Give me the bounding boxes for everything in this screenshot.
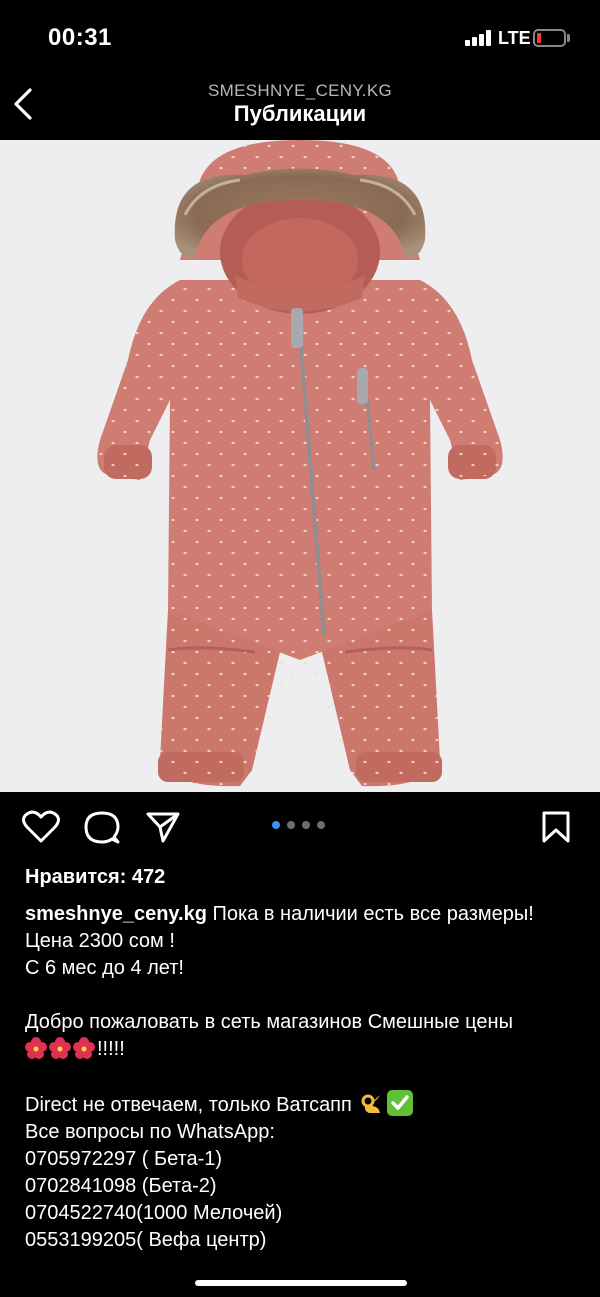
post-header: SMESHNYE_CENY.KG Публикации	[0, 72, 600, 140]
likes-count[interactable]: Нравится: 472	[25, 866, 165, 889]
bookmark-icon[interactable]	[541, 810, 571, 844]
carousel-dot	[302, 821, 310, 829]
contact-line: 0702841098 (Бета-2)	[25, 1175, 217, 1197]
hibiscus-icon	[49, 1037, 71, 1059]
hibiscus-icon	[25, 1037, 47, 1059]
page-title: Публикации	[233, 101, 367, 126]
caption-line: С 6 мес до 4 лет!	[25, 957, 184, 979]
caption-line: Добро пожаловать в сеть магазинов Смешны…	[25, 1011, 513, 1033]
hibiscus-icon	[73, 1037, 95, 1059]
snowsuit-illustration	[0, 140, 600, 792]
network-label: LTE	[498, 28, 531, 48]
caption-line	[25, 1063, 585, 1090]
caption-direct-line: Direct не отвечаем, только Ватсапп	[25, 1090, 585, 1119]
exclamations: !!!!!	[97, 1038, 125, 1060]
send-icon[interactable]	[145, 810, 181, 844]
carousel-dot	[287, 821, 295, 829]
caption-username[interactable]: smeshnye_ceny.kg	[25, 903, 207, 925]
carousel-dot	[272, 821, 280, 829]
post-action-bar	[0, 792, 600, 862]
status-bar: 00:31 LTE	[0, 0, 600, 72]
contact-line: 0553199205( Вефа центр)	[25, 1229, 267, 1251]
caption-first-line: smeshnye_ceny.kg Пока в наличии есть все…	[25, 901, 585, 928]
caption-flowers-line: !!!!!	[25, 1036, 585, 1063]
signal-icon	[465, 30, 493, 46]
contact-line: 0705972297 ( Бета-1)	[25, 1148, 223, 1170]
post-image[interactable]	[0, 140, 600, 792]
post-caption: smeshnye_ceny.kg Пока в наличии есть все…	[25, 901, 585, 1254]
ok-hand-icon	[361, 1094, 381, 1113]
contact-line: 0704522740(1000 Мелочей)	[25, 1202, 283, 1224]
check-mark-icon	[387, 1090, 414, 1116]
caption-line: Цена 2300 сом !	[25, 930, 175, 952]
carousel-dot	[317, 821, 325, 829]
battery-icon	[533, 29, 566, 47]
contact-line: Все вопросы по WhatsApp:	[25, 1121, 275, 1143]
home-indicator[interactable]	[195, 1280, 407, 1286]
battery-tip	[567, 34, 570, 42]
header-account-name[interactable]: SMESHNYE_CENY.KG	[0, 81, 600, 101]
status-time: 00:31	[48, 24, 112, 51]
caption-text: Пока в наличии есть все размеры!	[206, 903, 534, 925]
caption-line	[25, 982, 585, 1009]
direct-text: Direct не отвечаем, только Ватсапп	[25, 1094, 352, 1116]
comment-icon[interactable]	[84, 810, 120, 846]
heart-icon[interactable]	[22, 810, 60, 844]
